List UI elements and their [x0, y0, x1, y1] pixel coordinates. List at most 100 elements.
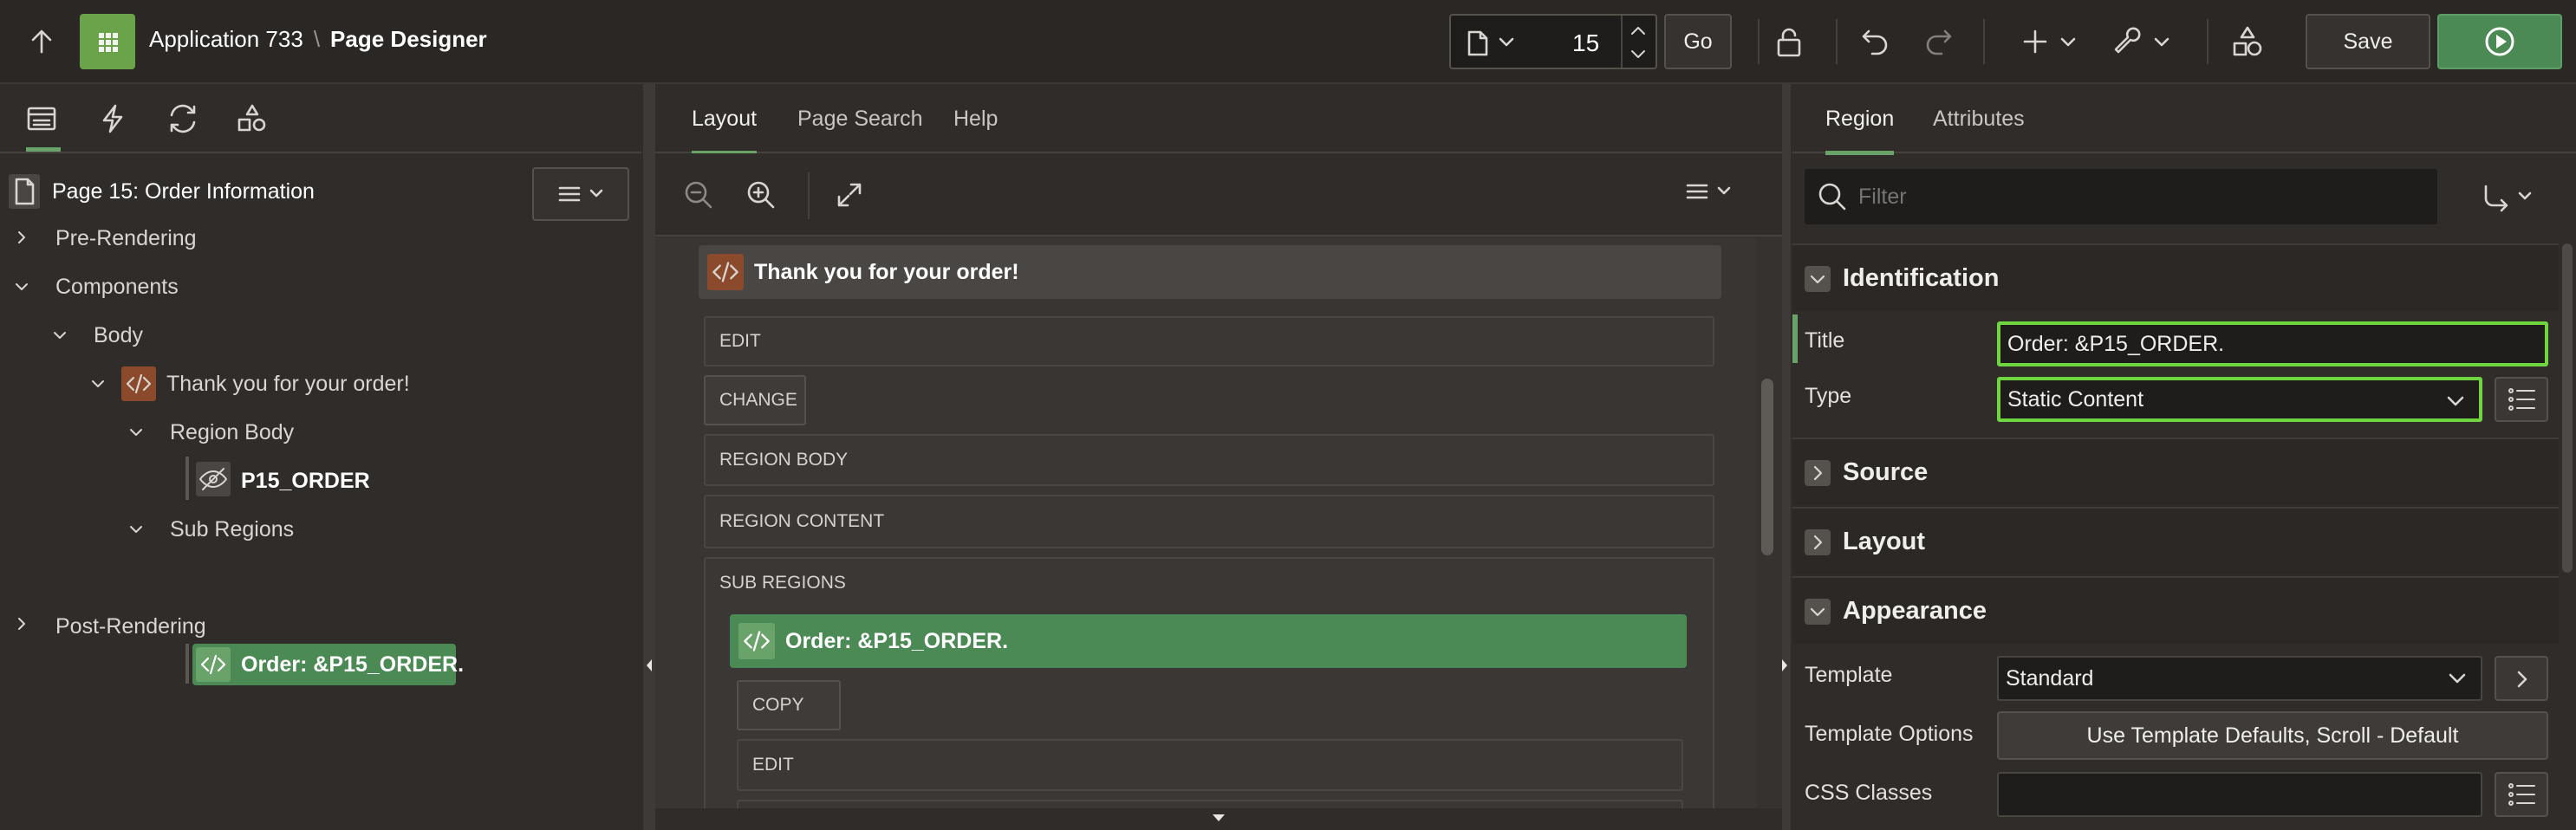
edit-position[interactable]: EDIT [704, 316, 1714, 366]
wrench-icon [2114, 27, 2141, 54]
undo-icon[interactable] [1858, 24, 1893, 59]
tab-layout[interactable]: Layout [692, 84, 758, 155]
chevron-right-icon [1805, 460, 1831, 486]
app-logo[interactable] [80, 14, 135, 69]
region-header[interactable]: Thank you for your order! [699, 245, 1721, 299]
page-selector[interactable]: 15 [1449, 14, 1657, 69]
template-select[interactable]: Standard [1997, 656, 2482, 701]
section-layout[interactable]: Layout [1792, 507, 2559, 574]
region-body-position[interactable]: REGION BODY [704, 434, 1714, 486]
chevron-down-icon[interactable] [128, 522, 144, 537]
tree-components[interactable]: Components [55, 275, 179, 300]
chevron-down-icon[interactable] [90, 376, 106, 392]
section-title: Appearance [1843, 597, 1987, 625]
css-classes-label: CSS Classes [1805, 781, 1933, 805]
divider [808, 172, 810, 219]
page-up-icon[interactable] [1630, 24, 1647, 36]
change-position[interactable]: CHANGE [704, 375, 806, 425]
property-scrollbar[interactable] [2562, 243, 2573, 573]
type-value: Static Content [2007, 386, 2144, 412]
tab-attributes[interactable]: Attributes [1933, 84, 2025, 153]
utilities-menu-button[interactable] [2111, 24, 2170, 59]
tree-region-thank-you[interactable]: Thank you for your order! [166, 372, 410, 397]
expand-icon[interactable] [834, 179, 865, 211]
divider [1621, 16, 1623, 68]
filter-input-box[interactable] [1805, 169, 2437, 224]
tab-region[interactable]: Region [1825, 84, 1895, 155]
chevron-down-icon[interactable] [14, 279, 29, 295]
caret-down-icon [1213, 814, 1225, 821]
tree-sub-regions[interactable]: Sub Regions [170, 517, 294, 542]
grid-icon [99, 33, 118, 52]
lock-icon[interactable] [1772, 24, 1806, 59]
processing-tab[interactable] [166, 103, 199, 134]
edit-position-2[interactable]: EDIT [737, 739, 1683, 791]
tree-item-p15-order[interactable]: P15_ORDER [241, 469, 370, 494]
save-button[interactable]: Save [2306, 14, 2430, 69]
plus-icon [2023, 29, 2047, 54]
layout-menu-button[interactable] [1685, 181, 1732, 202]
tree-sub-region-selected[interactable]: Order: &P15_ORDER. [192, 644, 464, 685]
template-go-button[interactable] [2495, 656, 2548, 701]
rendering-icon [27, 107, 56, 131]
shared-components-icon[interactable] [2229, 24, 2266, 61]
zoom-out-icon[interactable] [683, 179, 714, 211]
title-field[interactable]: Order: &P15_ORDER. [1997, 321, 2548, 366]
chevron-down-icon[interactable] [52, 327, 68, 343]
sub-regions-container[interactable]: SUB REGIONS Order: &P15_ORDER. COPY EDIT [704, 557, 1714, 808]
tab-help[interactable]: Help [953, 84, 998, 153]
chevron-down-icon [1498, 36, 1515, 49]
tree-post-rendering[interactable]: Post-Rendering [55, 614, 206, 639]
section-appearance[interactable]: Appearance [1792, 576, 2559, 644]
template-options-label: Template Options [1805, 722, 1974, 746]
left-splitter[interactable] [643, 84, 655, 830]
tree-sub-region-label: Order: &P15_ORDER. [241, 652, 465, 677]
create-menu-button[interactable] [2020, 26, 2077, 57]
right-panel: Region Attributes Identification Title O… [1792, 84, 2576, 830]
tree-region-body[interactable]: Region Body [170, 420, 294, 445]
page-title[interactable]: Page 15: Order Information [52, 179, 315, 204]
go-button[interactable]: Go [1664, 14, 1732, 69]
css-classes-input[interactable] [1997, 772, 2482, 817]
chevron-down-icon[interactable] [128, 425, 144, 440]
section-source[interactable]: Source [1792, 438, 2559, 505]
rendering-tab[interactable] [26, 103, 61, 152]
drag-handle[interactable] [655, 808, 1782, 830]
breadcrumb-separator: \ [313, 26, 321, 52]
zoom-in-icon[interactable] [745, 179, 777, 211]
canvas-scrollbar[interactable] [1761, 379, 1773, 555]
collapse-left-icon [647, 659, 652, 671]
type-list-button[interactable] [2495, 377, 2548, 422]
sub-regions-label: SUB REGIONS [719, 573, 846, 593]
region-content-position[interactable]: REGION CONTENT [704, 495, 1714, 548]
filter-input[interactable] [1858, 179, 2413, 214]
css-classes-list-button[interactable] [2495, 772, 2548, 817]
redo-icon[interactable] [1921, 24, 1955, 59]
sub-region-selected[interactable]: Order: &P15_ORDER. [730, 614, 1687, 668]
chevron-right-icon [1805, 529, 1831, 555]
template-options-button[interactable]: Use Template Defaults, Scroll - Default [1997, 711, 2548, 760]
tree-menu-button[interactable] [532, 167, 629, 221]
type-select[interactable]: Static Content [1997, 377, 2482, 422]
section-identification[interactable]: Identification [1792, 243, 2559, 311]
chevron-right-icon[interactable] [14, 616, 29, 632]
page-designer-title: Page Designer [330, 26, 487, 52]
shared-components-tab[interactable] [236, 103, 269, 134]
chevron-down-icon [1805, 266, 1831, 292]
page-down-icon[interactable] [1630, 49, 1647, 61]
tab-page-search[interactable]: Page Search [797, 84, 923, 153]
go-to-group-button[interactable] [2481, 183, 2533, 212]
tree-pre-rendering[interactable]: Pre-Rendering [55, 226, 197, 251]
copy-position[interactable]: COPY [737, 680, 841, 730]
run-page-button[interactable] [2437, 14, 2562, 69]
template-label: Template [1805, 663, 1893, 687]
dynamic-actions-tab[interactable] [97, 103, 128, 134]
next-position[interactable] [737, 800, 1683, 808]
up-arrow-icon[interactable] [26, 26, 57, 57]
lightning-icon [102, 104, 123, 133]
app-name-link[interactable]: Application 733 [149, 26, 303, 53]
section-title: Source [1843, 458, 1929, 486]
chevron-right-icon[interactable] [14, 230, 29, 245]
tree-body[interactable]: Body [94, 323, 143, 348]
page-number-input[interactable]: 15 [1572, 29, 1599, 57]
